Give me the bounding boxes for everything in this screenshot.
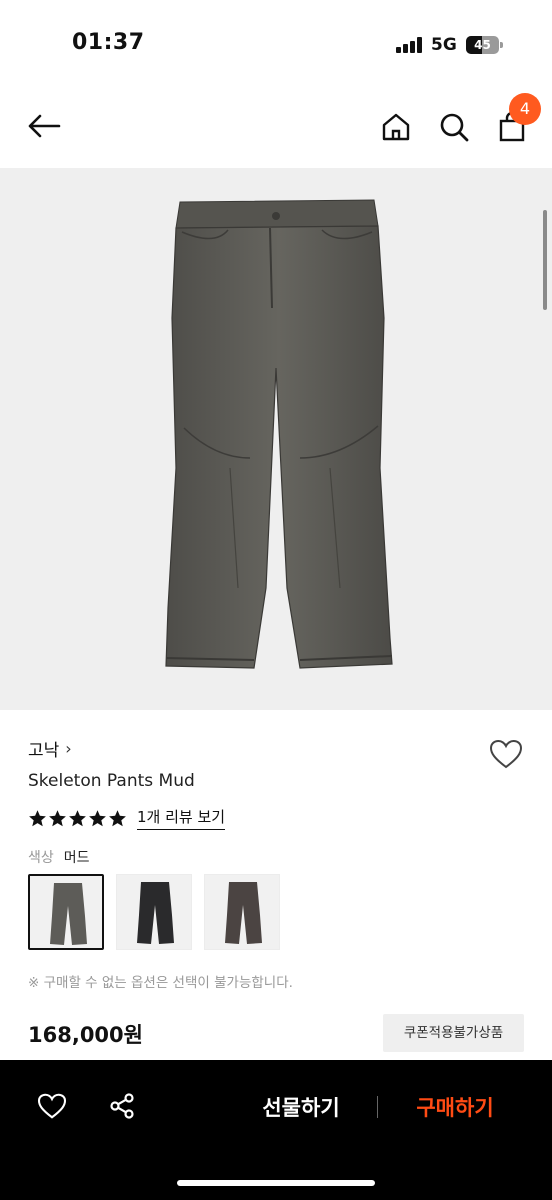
swatch-brown[interactable]	[204, 874, 280, 950]
coupon-unavailable-tag: 쿠폰적용불가상품	[383, 1014, 524, 1052]
share-button[interactable]	[102, 1086, 142, 1126]
share-icon	[110, 1093, 134, 1119]
brand-name: 고낙	[28, 741, 60, 761]
product-image[interactable]	[0, 168, 552, 710]
star-icon	[109, 809, 126, 826]
cart-count-badge: 4	[509, 93, 541, 125]
scrollbar[interactable]	[543, 210, 547, 310]
home-indicator[interactable]	[177, 1180, 375, 1186]
gift-button[interactable]: 선물하기	[236, 1088, 366, 1128]
star-icon	[29, 809, 46, 826]
home-icon	[382, 113, 410, 141]
color-row: 색상 머드	[28, 847, 90, 867]
rating-row: 1개 리뷰 보기	[28, 806, 226, 830]
brand-link[interactable]: 고낙 ›	[28, 736, 72, 761]
status-time: 01:37	[72, 30, 145, 55]
pants-thumbnail-black	[137, 882, 174, 944]
arrow-left-icon	[28, 114, 61, 138]
bottom-action-bar	[0, 1060, 552, 1200]
buy-button[interactable]: 구매하기	[390, 1088, 520, 1128]
product-price: 168,000원	[28, 1023, 143, 1047]
star-icon	[89, 809, 106, 826]
network-label: 5G	[431, 35, 457, 55]
color-value: 머드	[63, 850, 90, 866]
battery-level: 45	[474, 38, 491, 52]
signal-icon	[396, 37, 426, 53]
pants-photo	[165, 199, 393, 669]
pants-thumbnail-mud	[50, 883, 87, 945]
button-divider	[377, 1096, 378, 1118]
chevron-right-icon: ›	[65, 739, 72, 758]
home-button[interactable]	[376, 107, 416, 147]
search-button[interactable]	[434, 107, 474, 147]
option-notice: ※ 구매할 수 없는 옵션은 선택이 불가능합니다.	[28, 975, 293, 991]
star-icon	[69, 809, 86, 826]
wishlist-button[interactable]	[486, 734, 526, 774]
like-button[interactable]	[32, 1086, 72, 1126]
star-icon	[49, 809, 66, 826]
status-bar: 01:37 5G 45	[0, 0, 552, 90]
swatch-black[interactable]	[116, 874, 192, 950]
battery-icon: 45	[466, 36, 499, 54]
battery-tip	[500, 42, 503, 48]
search-icon	[440, 113, 469, 142]
product-name: Skeleton Pants Mud	[28, 771, 195, 791]
heart-icon	[37, 1093, 67, 1119]
review-link[interactable]: 1개 리뷰 보기	[137, 806, 226, 830]
back-button[interactable]	[24, 106, 64, 146]
color-label: 색상	[28, 850, 54, 866]
header	[0, 90, 552, 168]
pants-thumbnail-brown	[225, 882, 262, 944]
heart-icon	[489, 739, 523, 769]
star-rating	[28, 809, 127, 828]
swatch-mud[interactable]	[28, 874, 104, 950]
